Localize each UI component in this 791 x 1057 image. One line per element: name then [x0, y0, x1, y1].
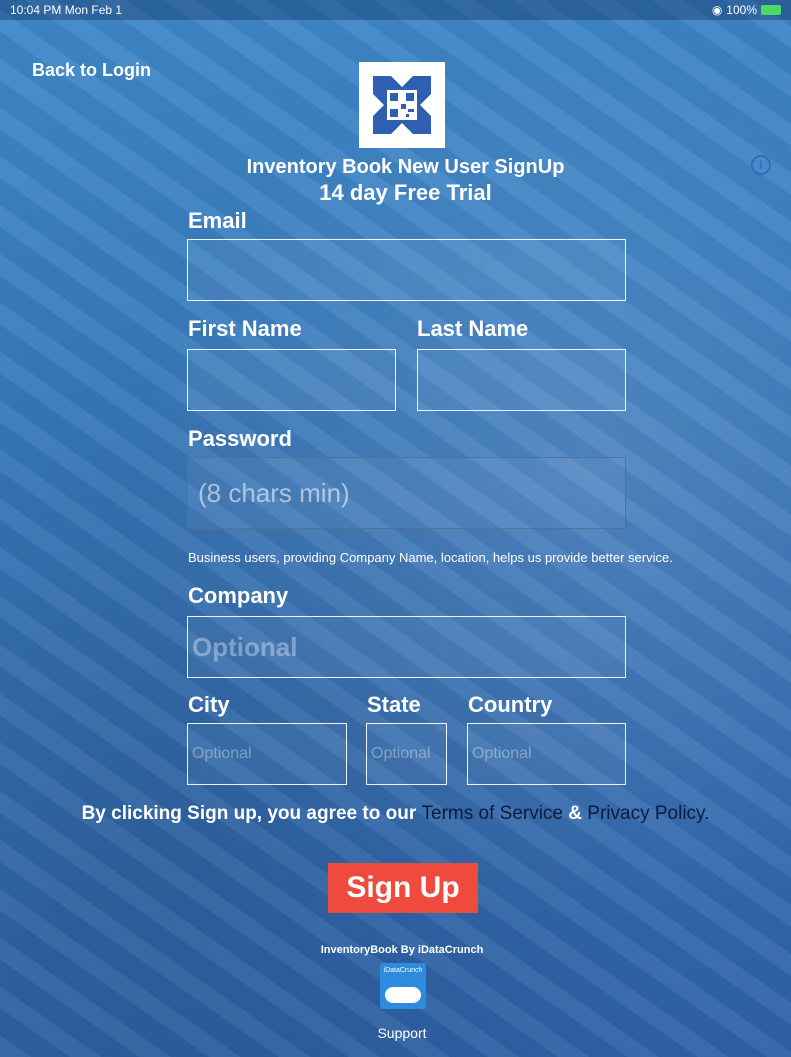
- back-to-login-link[interactable]: Back to Login: [32, 60, 151, 81]
- state-field[interactable]: [366, 723, 447, 785]
- wifi-icon: ◉: [711, 3, 723, 17]
- password-label: Password: [188, 426, 292, 451]
- logo-caption: iDataCrunch: [383, 967, 423, 974]
- idatacrunch-logo: iDataCrunch: [380, 963, 426, 1009]
- email-field[interactable]: [187, 239, 626, 301]
- sign-up-button[interactable]: Sign Up: [328, 863, 478, 913]
- first-name-field[interactable]: [187, 349, 396, 411]
- terms-prefix: By clicking Sign up, you agree to our: [81, 803, 417, 824]
- last-name-label: Last Name: [417, 316, 529, 341]
- footer-brand: InventoryBook By iDataCrunch: [320, 944, 484, 956]
- battery-percent: 100%: [726, 3, 757, 17]
- battery-icon: [761, 5, 781, 15]
- page-subtitle: 14 day Free Trial: [319, 180, 492, 205]
- app-logo-icon: [373, 76, 431, 134]
- cloud-icon: [385, 987, 421, 1003]
- status-indicators: ◉ 100%: [712, 3, 781, 17]
- company-label: Company: [188, 583, 289, 608]
- status-time: 10:04 PM Mon Feb 1: [10, 3, 123, 17]
- state-label: State: [367, 692, 421, 717]
- app-logo: [359, 62, 445, 148]
- business-note: Business users, providing Company Name, …: [188, 550, 673, 565]
- email-label: Email: [188, 208, 247, 233]
- privacy-policy-link[interactable]: Privacy Policy.: [587, 803, 709, 824]
- city-label: City: [188, 692, 230, 717]
- terms-agreement: By clicking Sign up, you agree to our Te…: [0, 803, 791, 825]
- terms-of-service-link[interactable]: Terms of Service: [422, 803, 563, 824]
- support-link[interactable]: Support: [0, 1025, 791, 1041]
- first-name-label: First Name: [188, 316, 302, 341]
- page-title: Inventory Book New User SignUp: [246, 156, 565, 178]
- terms-ampersand: &: [568, 803, 583, 824]
- company-field[interactable]: [187, 616, 626, 678]
- status-bar: 10:04 PM Mon Feb 1 ◉ 100%: [0, 0, 791, 20]
- city-field[interactable]: [187, 723, 347, 785]
- country-field[interactable]: [467, 723, 626, 785]
- password-field[interactable]: [187, 457, 626, 529]
- country-label: Country: [468, 692, 553, 717]
- last-name-field[interactable]: [417, 349, 626, 411]
